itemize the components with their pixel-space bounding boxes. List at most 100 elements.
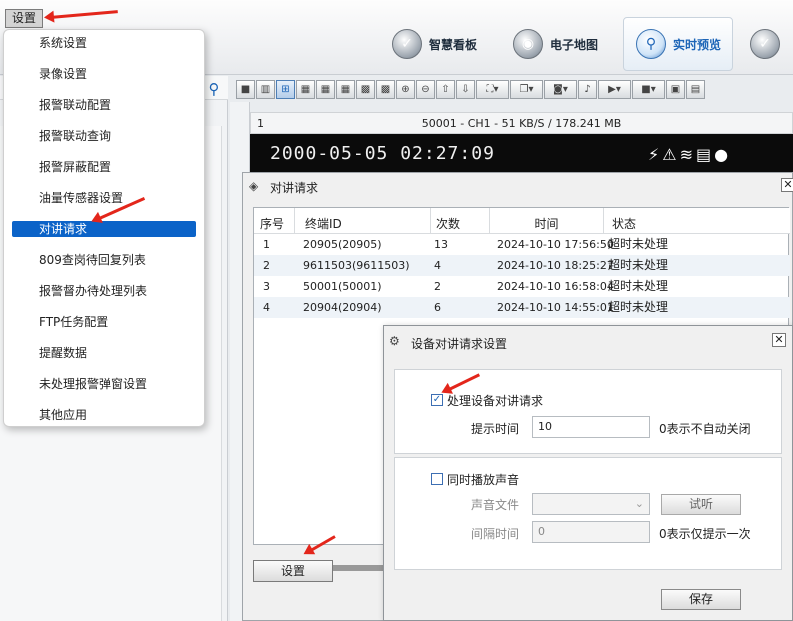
document-icon[interactable]: ▤ [686,80,705,99]
cell-no: 3 [263,280,270,293]
video-timestamp: 2000-05-05 02:27:09 [270,143,495,164]
nav-more[interactable]: ✓ [750,22,787,66]
cell-terminal: 20905(20905) [303,238,382,251]
layout-2-icon[interactable]: ▥ [256,80,275,99]
layout-1-icon[interactable]: ■ [236,80,255,99]
menu-item-fuel-sensor-settings[interactable]: 油量传感器设置 [12,190,196,206]
cell-status: 超时未处理 [608,300,669,314]
intercom-title: 对讲请求 [270,181,319,195]
prompt-time-input[interactable]: 10 [532,416,650,438]
nav-emap[interactable]: ◉ 电子地图 [513,22,598,66]
menu-item-alarm-linkage-query[interactable]: 报警联动查询 [12,128,196,144]
save-icon[interactable]: ▣ [666,80,685,99]
chevron-down-icon: ⌄ [634,497,644,510]
wifi-icon: ≋ [679,145,696,164]
cell-time: 2024-10-10 16:58:04 [497,280,614,293]
layout-25-icon[interactable]: ▩ [376,80,395,99]
listen-button[interactable]: 试听 [661,494,741,515]
cell-time: 2024-10-10 17:56:50 [497,238,614,251]
table-row[interactable]: 1 20905(20905) 13 2024-10-10 17:56:50 超时… [254,234,790,255]
intercom-title-bar: ◈ 对讲请求 ✕ [243,173,793,199]
video-toolbar: ■ ▥ ⊞ ▦ ▦ ▦ ▩ ▩ ⊕ ⊖ ⇧ ⇩ ⛶▾ ❐▾ ◙▾ ♪ ▶▾ ■▾… [236,77,793,102]
zoom-out-icon[interactable]: ⊖ [416,80,435,99]
menu-item-ftp-task-config[interactable]: FTP任务配置 [12,314,196,330]
search-icon[interactable]: ⚲ [205,80,223,98]
close-icon[interactable]: ✕ [781,178,793,192]
record-icon: ● [714,145,732,164]
table-row[interactable]: 3 50001(50001) 2 2024-10-10 16:58:04 超时未… [254,276,790,297]
device-intercom-settings-dialog: ⚙ 设备对讲请求设置 ✕ ✓ 处理设备对讲请求 提示时间 10 0表示不自动关闭… [383,325,793,621]
menu-item-reminder-data[interactable]: 提醒数据 [12,345,196,361]
nav-dashboard-label: 智慧看板 [429,37,478,52]
shield-icon: ✓ [392,29,422,59]
layout-4-icon[interactable]: ⊞ [276,80,295,99]
column-header-time[interactable]: 时间 [490,208,604,234]
camera-icon[interactable]: ◙▾ [544,80,577,99]
nav-dashboard[interactable]: ✓ 智慧看板 [392,22,477,66]
download-icon[interactable]: ⇩ [456,80,475,99]
nav-emap-label: 电子地图 [550,37,599,52]
fullscreen-icon[interactable]: ⛶▾ [476,80,509,99]
menu-item-unhandled-alarm-popup[interactable]: 未处理报警弹窗设置 [12,376,196,392]
menu-item-other-apps[interactable]: 其他应用 [12,407,196,423]
cell-no: 4 [263,301,270,314]
video-channel-header: 1 50001 - CH1 - 51 KB/S / 178.241 MB [250,112,793,134]
gear-icon: ⚙ [389,334,400,348]
cell-time: 2024-10-10 14:55:01 [497,301,614,314]
layout-8-icon[interactable]: ▦ [316,80,335,99]
cell-count: 6 [434,301,441,314]
interval-hint: 0表示仅提示一次 [659,527,751,541]
sound-file-label: 声音文件 [471,498,520,512]
prompt-time-hint: 0表示不自动关闭 [659,422,751,436]
stream-info: 50001 - CH1 - 51 KB/S / 178.241 MB [421,117,622,130]
alarm-icon: ⚠ [662,145,680,164]
stop-icon[interactable]: ■▾ [632,80,665,99]
cell-status: 超时未处理 [608,258,669,272]
play-icon[interactable]: ▶▾ [598,80,631,99]
save-button[interactable]: 保存 [661,589,741,610]
cell-terminal: 20904(20904) [303,301,382,314]
shield-icon: ✓ [750,29,780,59]
cell-status: 超时未处理 [608,237,669,251]
menu-item-alarm-shield-config[interactable]: 报警屏蔽配置 [12,159,196,175]
column-header-count[interactable]: 次数 [431,208,490,234]
handle-request-checkbox[interactable]: ✓ [431,394,443,406]
menu-item-alarm-linkage-config[interactable]: 报警联动配置 [12,97,196,113]
menu-item-intercom-request[interactable]: 对讲请求 [12,221,196,237]
dialog-title: 设备对讲请求设置 [411,337,508,351]
zoom-in-icon[interactable]: ⊕ [396,80,415,99]
nav-live-preview[interactable]: ⚲ 实时预览 [623,17,733,71]
table-row[interactable]: 4 20904(20904) 6 2024-10-10 14:55:01 超时未… [254,297,790,318]
layout-16-icon[interactable]: ▩ [356,80,375,99]
menu-item-alarm-supervision[interactable]: 报警督办待处理列表 [12,283,196,299]
layout-9-icon[interactable]: ▦ [336,80,355,99]
speaker-icon[interactable]: ♪ [578,80,597,99]
menu-item-809-checks[interactable]: 809查岗待回复列表 [12,252,196,268]
cell-terminal: 50001(50001) [303,280,382,293]
handle-request-label: 处理设备对讲请求 [447,394,544,408]
column-header-status[interactable]: 状态 [604,208,790,234]
interval-input[interactable]: 0 [532,521,650,543]
cell-status: 超时未处理 [608,279,669,293]
sound-file-select[interactable]: ⌄ [532,493,650,515]
table-row[interactable]: 2 9611503(9611503) 4 2024-10-10 18:25:27… [254,255,790,276]
layout-6-icon[interactable]: ▦ [296,80,315,99]
video-status-icons: ⚡⚠≋▤● [648,145,731,164]
column-header-terminal[interactable]: 终端ID [295,208,431,234]
interval-label: 间隔时间 [471,527,520,541]
upload-icon[interactable]: ⇧ [436,80,455,99]
column-header-no[interactable]: 序号 [254,208,295,234]
no-signal-icon: ⚡ [648,145,663,164]
play-sound-label: 同时播放声音 [447,473,520,487]
prompt-time-label: 提示时间 [471,422,520,436]
window-icon[interactable]: ❐▾ [510,80,543,99]
globe-icon: ◉ [513,29,543,59]
play-sound-checkbox[interactable] [431,473,443,485]
nav-live-preview-label: 实时预览 [673,37,722,52]
settings-menu-button[interactable]: 设置 [5,9,43,28]
settings-button[interactable]: 设置 [253,560,333,582]
close-icon[interactable]: ✕ [772,333,786,347]
menu-item-system-settings[interactable]: 系统设置 [12,35,196,51]
cell-count: 13 [434,238,448,251]
menu-item-recording-settings[interactable]: 录像设置 [12,66,196,82]
